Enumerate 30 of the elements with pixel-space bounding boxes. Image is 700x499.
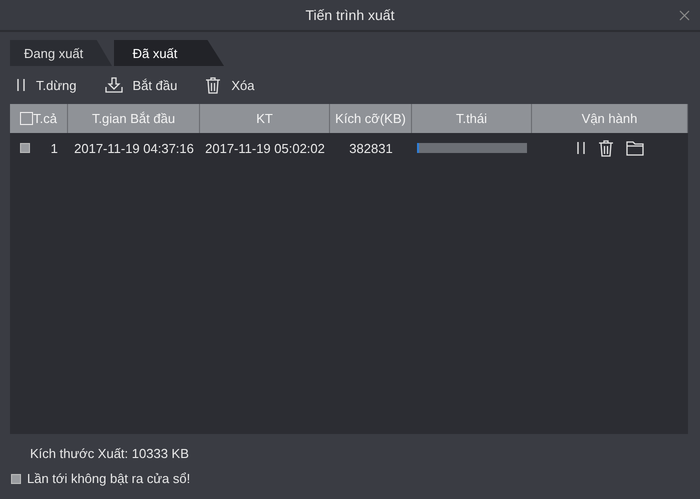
table-cell: 382831 xyxy=(349,140,393,156)
download-button[interactable]: Bắt đầu xyxy=(104,77,178,93)
pause-button[interactable]: T.dừng xyxy=(16,78,77,92)
tab[interactable]: Đã xuất xyxy=(114,40,224,66)
window-title: Tiến trình xuất xyxy=(306,7,394,23)
checkbox[interactable] xyxy=(11,474,21,484)
checkbox[interactable] xyxy=(20,143,30,153)
delete-button[interactable] xyxy=(598,140,614,156)
column-header: T.cả xyxy=(33,111,57,126)
trash-icon xyxy=(205,76,222,94)
column-header: Vận hành xyxy=(582,111,638,126)
export-size-text: Kích thước Xuất: 10333 KB xyxy=(30,446,189,461)
folder-button[interactable] xyxy=(626,140,644,156)
delete-button[interactable]: Xóa xyxy=(205,76,254,94)
pause-icon xyxy=(576,141,586,155)
column-header: KT xyxy=(256,111,273,126)
table-cell: 1 xyxy=(50,140,58,156)
tab[interactable]: Đang xuất xyxy=(10,40,112,66)
trash-icon xyxy=(598,140,614,156)
pause-icon xyxy=(16,78,26,92)
folder-icon xyxy=(626,140,644,156)
column-header: T.thái xyxy=(456,111,488,126)
column-header: T.gian Bắt đầu xyxy=(92,111,176,126)
pause-button[interactable] xyxy=(576,141,586,155)
table-cell: 2017-11-19 05:02:02 xyxy=(205,140,325,156)
close-icon[interactable] xyxy=(679,10,690,21)
table-cell: 2017-11-19 04:37:16 xyxy=(74,140,194,156)
checkbox-label: Lần tới không bật ra cửa sổ! xyxy=(27,471,190,486)
download-icon xyxy=(104,77,123,93)
column-header: Kích cỡ(KB) xyxy=(335,111,406,126)
